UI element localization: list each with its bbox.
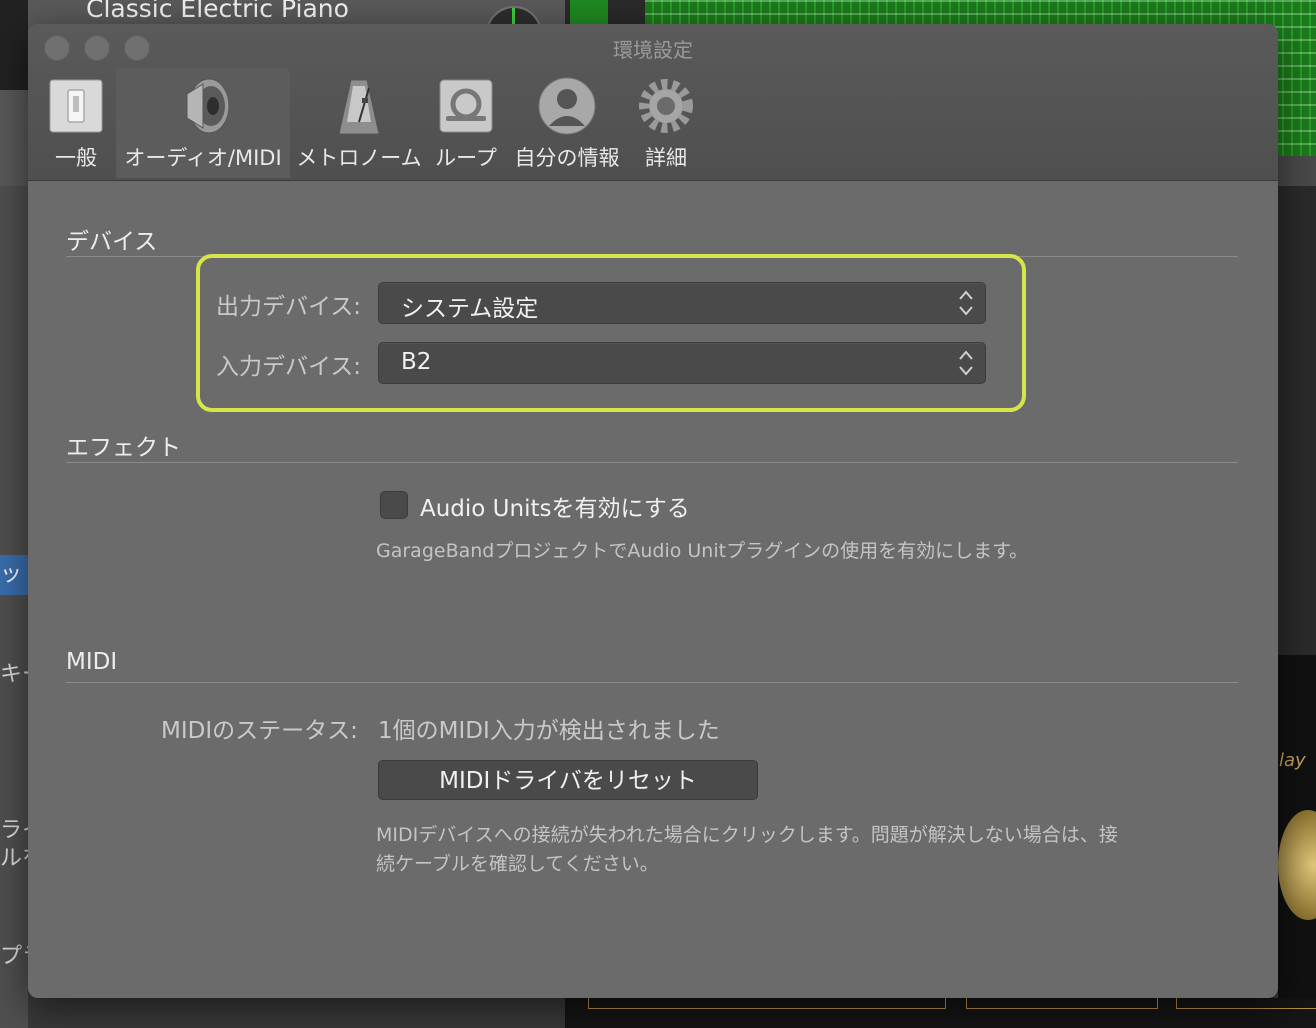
output-device-label: 出力デバイス: [216, 294, 362, 320]
devices-highlight-box [196, 254, 1026, 412]
tab-general[interactable]: 一般 [42, 68, 110, 178]
input-device-value: B2 [401, 349, 432, 375]
audio-units-checkbox[interactable] [380, 491, 408, 519]
midi-region[interactable] [570, 0, 608, 24]
section-divider [66, 462, 1238, 463]
speaker-icon [186, 78, 230, 134]
tab-label: ループ [435, 146, 497, 170]
library-panel [0, 186, 28, 1028]
preferences-window: 環境設定 一般 オーディオ/MIDI メトロノーム ループ 自分の情報 詳細 デ… [28, 24, 1278, 998]
midi-status-value: 1個のMIDI入力が検出されました [378, 718, 720, 744]
tab-audio-midi[interactable]: オーディオ/MIDI [116, 68, 290, 178]
tab-label: 自分の情報 [514, 146, 620, 170]
midi-description-line1: MIDIデバイスへの接続が失われた場合にクリックします。問題が解決しない場合は、… [376, 824, 1118, 846]
track-name: Classic Electric Piano [86, 0, 349, 23]
audio-units-description: GarageBandプロジェクトでAudio Unitプラグインの使用を有効にし… [376, 540, 1029, 562]
amp-label: lay [1279, 750, 1306, 771]
window-toolbar: 環境設定 一般 オーディオ/MIDI メトロノーム ループ 自分の情報 詳細 [28, 24, 1278, 181]
tab-loops[interactable]: ループ [430, 68, 502, 178]
tab-label: オーディオ/MIDI [124, 146, 282, 170]
library-text: キー [0, 662, 28, 687]
input-device-select[interactable]: B2 [378, 342, 986, 384]
devices-section-title: デバイス [66, 229, 158, 255]
user-icon [538, 77, 596, 135]
library-tab[interactable]: ッ [0, 555, 28, 595]
tab-label: 一般 [55, 146, 97, 170]
library-text: ルを [0, 846, 28, 871]
switch-icon [49, 79, 103, 133]
tab-label: 詳細 [645, 146, 687, 170]
input-device-label: 入力デバイス: [216, 354, 362, 380]
control-box [966, 998, 1158, 1009]
tab-my-info[interactable]: 自分の情報 [512, 68, 622, 178]
midi-status-label: MIDIのステータス: [161, 718, 358, 744]
metronome-icon [338, 79, 380, 135]
output-device-select[interactable]: システム設定 [378, 282, 986, 324]
gear-icon [639, 79, 693, 133]
midi-section-title: MIDI [66, 649, 118, 675]
midi-description-line2: 続ケーブルを確認してください。 [376, 853, 659, 875]
output-device-value: システム設定 [401, 296, 539, 322]
control-box [588, 998, 946, 1009]
tab-label: メトロノーム [296, 146, 422, 170]
reset-midi-driver-button[interactable]: MIDIドライバをリセット [378, 760, 758, 800]
audio-units-checkbox-label[interactable]: Audio Unitsを有効にする [420, 489, 690, 523]
control-box [1176, 998, 1316, 1009]
library-text: プラ [0, 944, 28, 969]
chevron-updown-icon [959, 290, 973, 316]
section-divider [66, 682, 1238, 683]
tab-metronome[interactable]: メトロノーム [294, 68, 424, 178]
loop-icon [439, 79, 493, 133]
piano-icon [0, 0, 28, 90]
effects-section-title: エフェクト [66, 435, 181, 461]
tab-advanced[interactable]: 詳細 [630, 68, 702, 178]
window-title: 環境設定 [613, 38, 693, 62]
chevron-updown-icon [959, 350, 973, 376]
